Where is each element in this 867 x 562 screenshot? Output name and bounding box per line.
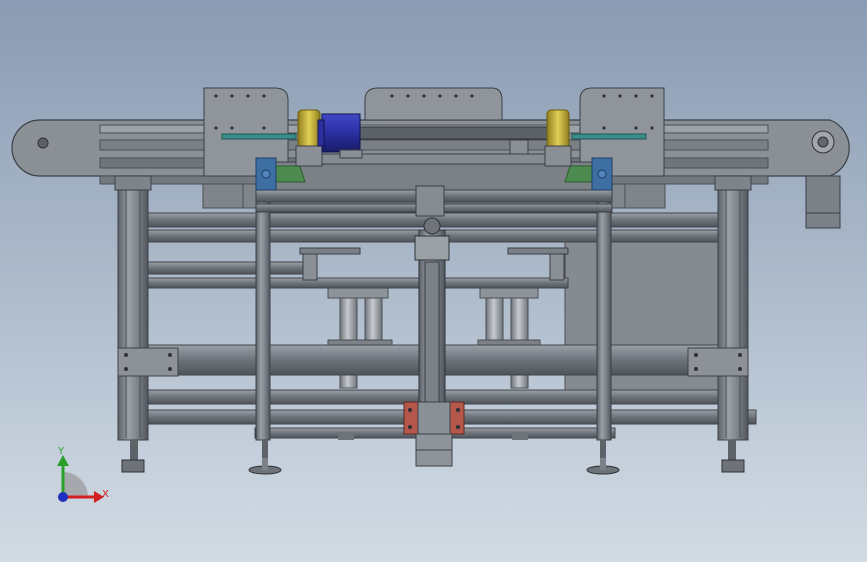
gusset-left bbox=[117, 347, 179, 377]
post-left-inner bbox=[255, 199, 271, 441]
vertical-actuator bbox=[403, 185, 465, 467]
coordinate-triad: Y X bbox=[57, 446, 109, 503]
conveyor-rail-mid bbox=[99, 139, 769, 151]
main-drive-shaft bbox=[359, 126, 561, 140]
guide-left bbox=[273, 165, 306, 183]
assembly-model[interactable]: Y X bbox=[0, 0, 867, 562]
triad-y-label: Y bbox=[57, 446, 65, 457]
shaft-right bbox=[571, 133, 647, 140]
actuator-rail bbox=[424, 261, 440, 403]
guide-right bbox=[564, 165, 597, 183]
post-right-inner bbox=[596, 199, 612, 441]
post-right-outer bbox=[717, 187, 749, 441]
plate-center bbox=[364, 87, 503, 121]
foot-1 bbox=[121, 459, 145, 473]
roller-right bbox=[546, 109, 570, 151]
conveyor-end-pulley-left bbox=[37, 137, 49, 149]
shaft-left bbox=[221, 133, 297, 140]
motor-housing bbox=[321, 113, 361, 153]
actuator-mount-top bbox=[415, 185, 445, 217]
cad-viewport[interactable]: Y X bbox=[0, 0, 867, 562]
triad-sector bbox=[63, 472, 88, 497]
triad-x-label: X bbox=[102, 489, 109, 500]
beam-mid-left bbox=[147, 261, 309, 275]
drive-motor-right bbox=[805, 175, 841, 229]
beam-mid-2 bbox=[147, 277, 569, 289]
post-left-outer bbox=[117, 187, 149, 441]
actuator-head bbox=[414, 235, 450, 261]
gusset-right bbox=[687, 347, 749, 377]
triad-z-axis bbox=[58, 492, 68, 502]
roller-left bbox=[297, 109, 321, 151]
foot-4 bbox=[721, 459, 745, 473]
